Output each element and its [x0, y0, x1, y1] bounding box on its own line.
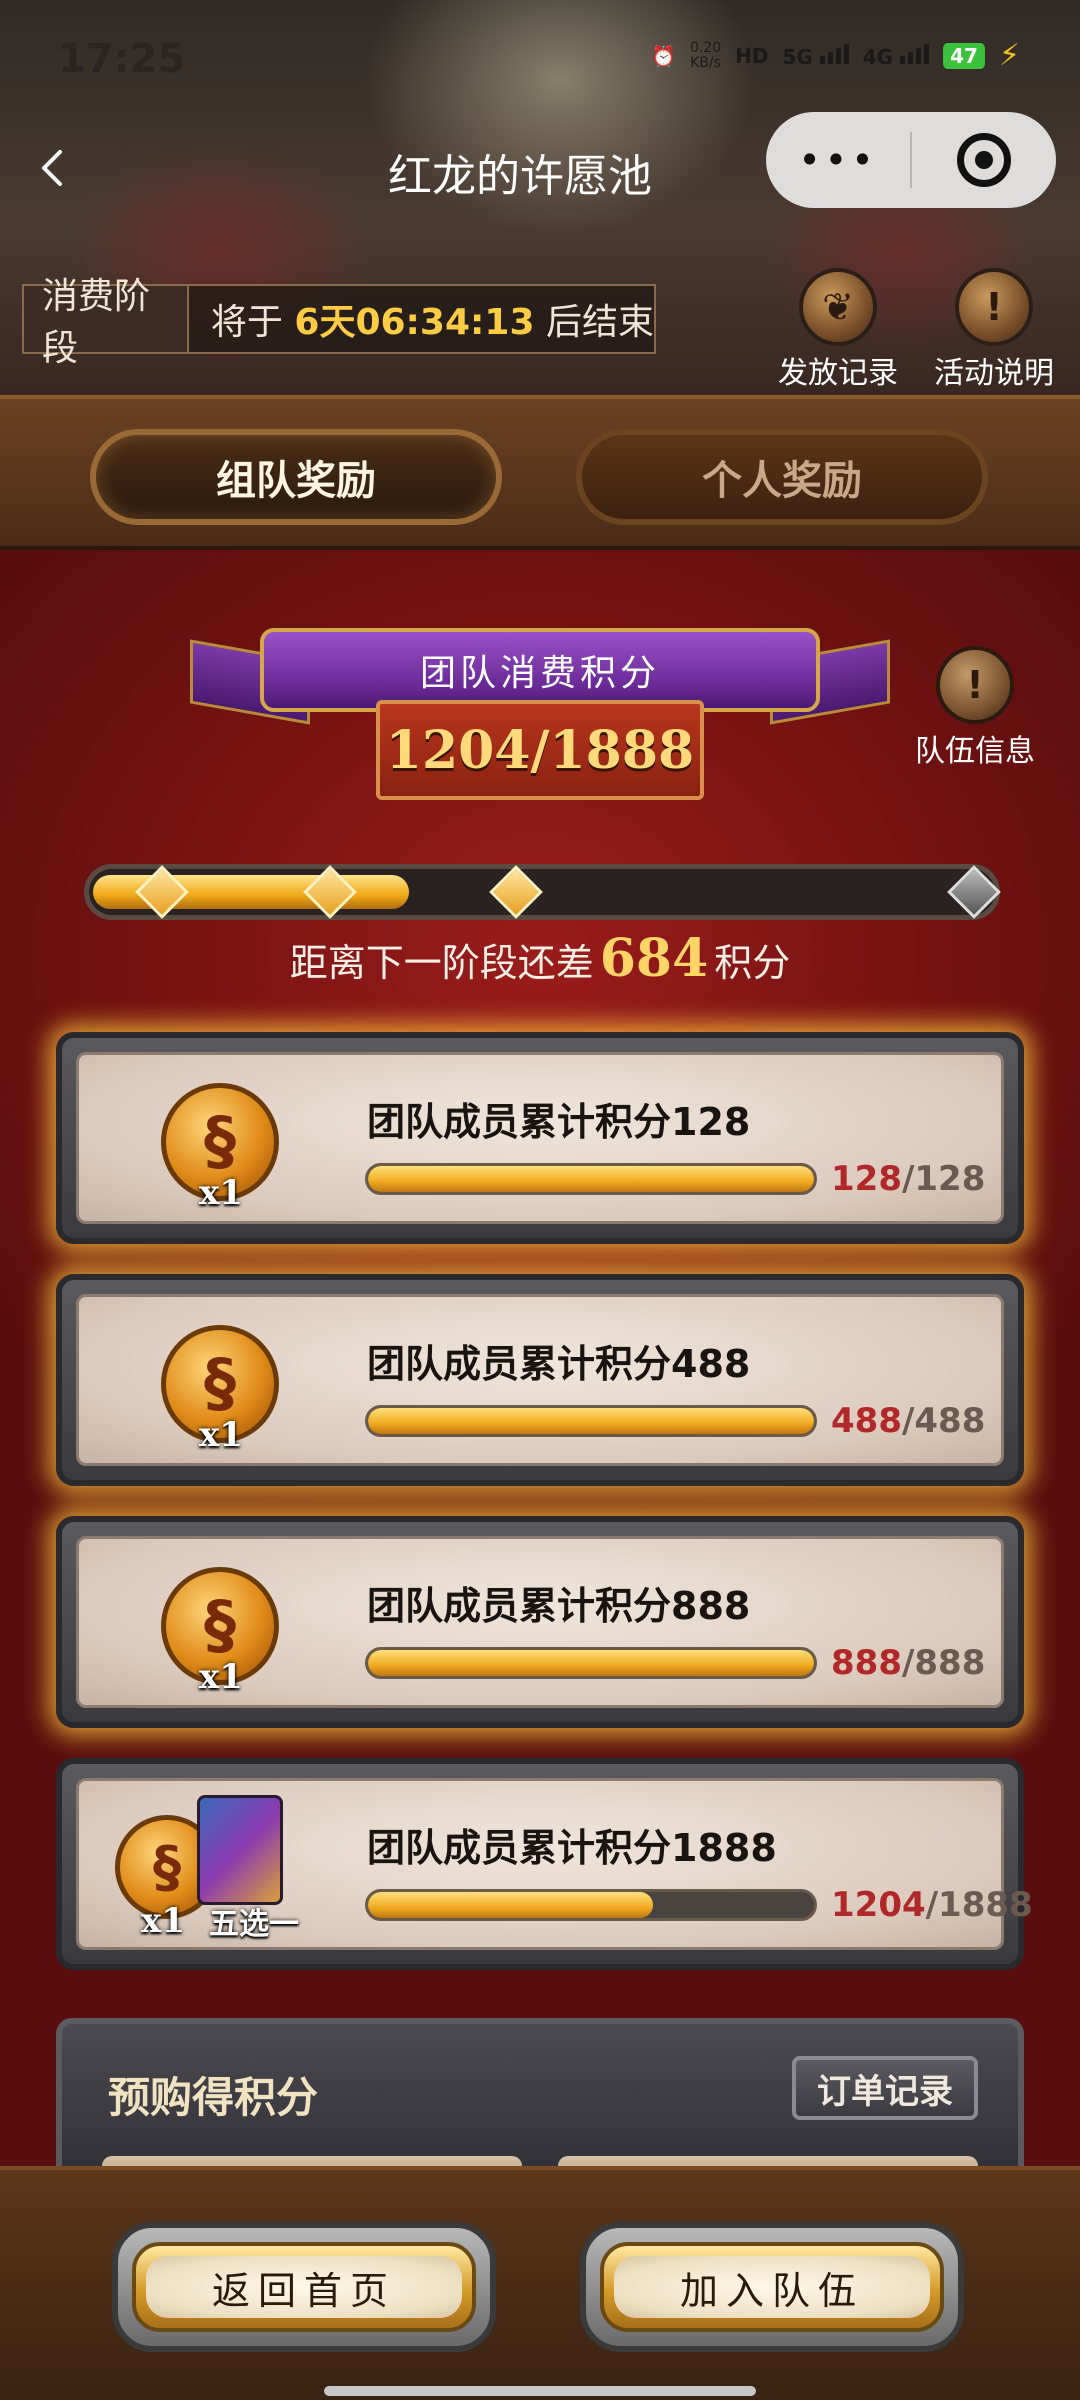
tab-team-rewards[interactable]: 组队奖励: [90, 429, 502, 525]
main-content: 团队消费积分 1204/1888 ! 队伍信息 距离下一阶段还差 684 积分 § …: [0, 550, 1080, 2218]
return-home-label: 返回首页: [146, 2256, 462, 2318]
order-records-button[interactable]: 订单记录: [792, 2056, 978, 2120]
issue-records-button[interactable]: ❦ 发放记录: [768, 268, 908, 392]
stage-tag: 消费阶段: [24, 276, 189, 369]
reward-card-488[interactable]: § x1 团队成员累计积分488 488/488: [56, 1274, 1024, 1486]
reward-progress-fill: [368, 1650, 814, 1676]
milestone-diamond-icon: [489, 865, 543, 919]
reward-card-888[interactable]: § x1 团队成员累计积分888 888/888: [56, 1516, 1024, 1728]
choose-one-label: 五选一: [209, 1907, 299, 1942]
join-team-label: 加入队伍: [614, 2256, 930, 2318]
reward-progress-value: 128/128: [831, 1159, 986, 1199]
reward-title: 团队成员累计积分1888: [367, 1826, 777, 1870]
return-home-button[interactable]: 返回首页: [112, 2222, 496, 2352]
network-speed: 0.20 KB/s: [689, 39, 722, 71]
tab-personal-rewards[interactable]: 个人奖励: [576, 429, 988, 525]
close-target-button[interactable]: [912, 133, 1056, 187]
stage-countdown-text: 将于 6天06:34:13 后结束: [210, 302, 654, 343]
home-indicator[interactable]: [324, 2386, 756, 2396]
reward-card-128[interactable]: § x1 团队成员累计积分128 128/128: [56, 1032, 1024, 1244]
milestone-diamond-icon: [135, 865, 189, 919]
reward-progress-fill: [368, 1166, 814, 1192]
next-stage-text: 距离下一阶段还差 684 积分: [289, 928, 791, 989]
milestone-diamond-icon: [303, 865, 357, 919]
reward-progress-bar: [365, 1889, 817, 1921]
charging-icon: ⚡: [998, 38, 1020, 73]
card-pack-icon: [197, 1795, 283, 1905]
mini-program-capsule: •••: [766, 112, 1056, 208]
reward-quantity: x1: [199, 1415, 243, 1455]
battery-icon: 47: [943, 42, 985, 69]
reward-card-1888[interactable]: § x1 五选一 团队成员累计积分1888 1204/1888: [56, 1758, 1033, 1970]
status-bar: 17:25 ⏰ 0.20 KB/s HD 5G 4G 47 ⚡: [0, 0, 1080, 120]
reward-quantity: x1: [199, 1657, 243, 1697]
hd-icon: HD: [735, 43, 769, 68]
milestone-diamond-end-icon: [947, 865, 1001, 919]
reward-title: 团队成员累计积分488: [367, 1342, 751, 1386]
team-progress-bar: [84, 864, 1001, 920]
countdown: 6天06:34:13: [294, 302, 535, 343]
tabs-bar: 组队奖励 个人奖励: [0, 395, 1080, 550]
reward-quantity: x1: [199, 1173, 243, 1213]
reward-title: 团队成员累计积分888: [367, 1584, 751, 1628]
alarm-icon: ⏰: [651, 43, 676, 68]
prepurchase-title: 预购得积分: [108, 2073, 319, 2122]
reward-progress-value: 888/888: [831, 1643, 986, 1683]
scroll-icon: ❦: [799, 268, 877, 346]
reward-quantity: x1: [141, 1901, 185, 1941]
signal-5g-icon: 5G: [782, 42, 849, 69]
issue-records-label: 发放记录: [778, 356, 898, 391]
reward-progress-bar: [365, 1163, 817, 1195]
activity-info-button[interactable]: ! 活动说明: [924, 268, 1064, 392]
reward-title: 团队成员累计积分128: [367, 1100, 751, 1144]
reward-progress-fill: [368, 1408, 814, 1434]
more-button[interactable]: •••: [766, 138, 910, 182]
reward-progress-bar: [365, 1647, 817, 1679]
team-info-button[interactable]: ! 队伍信息: [910, 646, 1040, 770]
team-info-label: 队伍信息: [915, 734, 1035, 769]
status-icons: ⏰ 0.20 KB/s HD 5G 4G 47 ⚡: [651, 38, 1020, 73]
exclamation-icon: !: [955, 268, 1033, 346]
stage-timer: 消费阶段 将于 6天06:34:13 后结束: [22, 276, 656, 369]
bottom-bar: 返回首页 加入队伍: [0, 2166, 1080, 2400]
join-team-button[interactable]: 加入队伍: [580, 2222, 964, 2352]
target-icon: [957, 133, 1011, 187]
exclamation-icon: !: [936, 646, 1014, 724]
reward-progress-value: 488/488: [831, 1401, 986, 1441]
activity-info-label: 活动说明: [934, 356, 1054, 391]
points-remaining: 684: [599, 928, 709, 989]
reward-progress-fill: [368, 1892, 654, 1918]
reward-progress-bar: [365, 1405, 817, 1437]
reward-progress-value: 1204/1888: [831, 1885, 1033, 1925]
team-score-value: 1204/1888: [376, 700, 704, 800]
status-time: 17:25: [58, 36, 186, 82]
signal-4g-icon: 4G: [863, 42, 930, 69]
